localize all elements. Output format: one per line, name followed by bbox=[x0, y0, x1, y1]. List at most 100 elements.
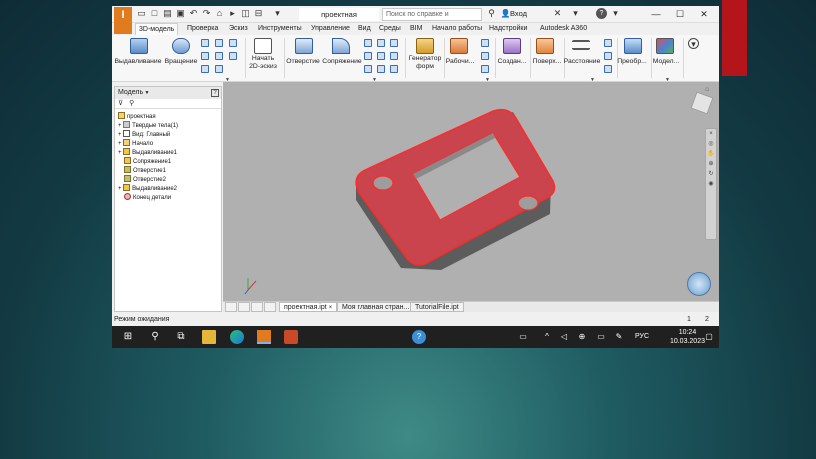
binoculars-search-icon[interactable]: ⚲ bbox=[129, 100, 134, 107]
edge-icon[interactable] bbox=[230, 330, 244, 344]
language-indicator[interactable]: РУС bbox=[632, 330, 652, 344]
doc-tab-tutorial[interactable]: TutorialFile.ipt bbox=[410, 302, 464, 312]
tree-item[interactable]: Конец детали bbox=[124, 193, 171, 202]
exchange-icon[interactable]: ✕ bbox=[552, 8, 563, 19]
help-search-input[interactable]: Поиск по справке и командам bbox=[382, 8, 482, 29]
home-icon[interactable]: ⌂ bbox=[214, 8, 225, 19]
open-icon[interactable]: ▤ bbox=[162, 8, 173, 19]
battery-icon[interactable]: ▭ bbox=[594, 330, 608, 344]
app-logo[interactable]: I bbox=[114, 7, 132, 34]
help-tips-icon[interactable]: ? bbox=[412, 330, 426, 344]
close-tab-icon[interactable]: × bbox=[329, 305, 333, 311]
select-icon[interactable]: ▸ bbox=[227, 8, 238, 19]
area-icon[interactable] bbox=[604, 65, 612, 73]
tree-item[interactable]: Отверстие2 bbox=[124, 175, 166, 184]
derive-icon[interactable] bbox=[215, 65, 223, 73]
steering-wheel-icon[interactable]: ◎ bbox=[706, 139, 716, 149]
tree-item[interactable]: + Выдавливание2 bbox=[118, 184, 177, 193]
doc-tab-proektnaya[interactable]: проектная.ipt × bbox=[279, 302, 338, 312]
tab-tools[interactable]: Инструменты bbox=[258, 23, 302, 35]
pan-icon[interactable]: ✋ bbox=[706, 149, 716, 159]
filter-icon[interactable]: ⊽ bbox=[118, 100, 123, 107]
pen-icon[interactable]: ✎ bbox=[612, 330, 626, 344]
loop-icon[interactable] bbox=[604, 52, 612, 60]
decal-icon[interactable] bbox=[229, 52, 237, 60]
tab-3d-model[interactable]: 3D-модель bbox=[135, 23, 179, 35]
display-settings-icon[interactable] bbox=[687, 272, 711, 296]
tree-item[interactable]: + Выдавливание1 bbox=[118, 148, 177, 157]
emboss-icon[interactable] bbox=[215, 52, 223, 60]
tree-item[interactable]: + Начало bbox=[118, 139, 153, 148]
angle-icon[interactable] bbox=[604, 39, 612, 47]
minimize-button[interactable]: — bbox=[644, 7, 668, 21]
notifications-icon[interactable]: ▢ bbox=[702, 330, 716, 344]
import-icon[interactable] bbox=[229, 39, 237, 47]
search-icon[interactable]: ⚲ bbox=[148, 330, 162, 344]
combine-icon[interactable] bbox=[377, 65, 385, 73]
help-dropdown-icon[interactable]: ▾ bbox=[610, 8, 621, 19]
tab-inspect[interactable]: Проверка bbox=[187, 23, 218, 35]
circ-pattern-icon[interactable] bbox=[481, 52, 489, 60]
home-view-icon[interactable]: ⌂ bbox=[705, 86, 713, 94]
tab-environments[interactable]: Среды bbox=[379, 23, 401, 35]
sweep-icon[interactable] bbox=[201, 39, 209, 47]
keyboard-icon[interactable]: ▭ bbox=[516, 330, 530, 344]
rib-icon[interactable] bbox=[215, 39, 223, 47]
direct-edit-icon[interactable] bbox=[390, 65, 398, 73]
tree-item[interactable]: проектная bbox=[118, 112, 156, 121]
undo-icon[interactable]: ↶ bbox=[188, 8, 199, 19]
tree-item[interactable]: Сопряжение1 bbox=[124, 157, 171, 166]
arrange-icon[interactable] bbox=[251, 302, 263, 312]
thread-icon[interactable] bbox=[377, 39, 385, 47]
tab-addins[interactable]: Надстройки bbox=[489, 23, 527, 35]
browser-close-icon[interactable]: ? bbox=[211, 89, 219, 97]
maximize-button[interactable]: ☐ bbox=[668, 7, 692, 21]
tree-item[interactable]: Отверстие1 bbox=[124, 166, 166, 175]
network-icon[interactable]: ⊕ bbox=[575, 330, 589, 344]
list-icon[interactable] bbox=[264, 302, 276, 312]
delete-face-icon[interactable] bbox=[390, 52, 398, 60]
new-icon[interactable]: □ bbox=[149, 8, 160, 19]
look-at-icon[interactable]: ◉ bbox=[706, 179, 716, 189]
properties-icon[interactable]: ◫ bbox=[240, 8, 251, 19]
inventor-taskbar-icon[interactable] bbox=[257, 330, 271, 344]
chevron-up-icon[interactable]: ^ bbox=[540, 330, 554, 344]
mirror-icon[interactable] bbox=[481, 65, 489, 73]
tab-sketch[interactable]: Эскиз bbox=[229, 23, 248, 35]
measure-icon[interactable]: ⊟ bbox=[253, 8, 264, 19]
powerpoint-icon[interactable] bbox=[284, 330, 298, 344]
help-icon[interactable]: ? bbox=[596, 8, 607, 19]
file-explorer-icon[interactable] bbox=[202, 330, 216, 344]
task-view-icon[interactable]: ⧉ bbox=[174, 330, 188, 344]
doc-tab-home[interactable]: Моя главная стран... bbox=[337, 302, 415, 312]
signin-link[interactable]: Вход bbox=[510, 9, 527, 18]
dropdown-icon[interactable]: ▾ bbox=[272, 8, 283, 19]
redo-icon[interactable]: ↷ bbox=[201, 8, 212, 19]
tab-view[interactable]: Вид bbox=[358, 23, 371, 35]
ribbon-options-icon[interactable]: ▾ bbox=[688, 38, 699, 49]
browser-title[interactable]: Модель bbox=[118, 89, 143, 96]
clock[interactable]: 10:24 10.03.2023 bbox=[670, 328, 705, 346]
binoculars-icon[interactable]: ⚲ bbox=[486, 8, 497, 19]
tab-a360[interactable]: Autodesk A360 bbox=[540, 23, 587, 35]
split-icon[interactable] bbox=[377, 52, 385, 60]
cart-icon[interactable]: ▾ bbox=[570, 8, 581, 19]
nav-close-icon[interactable]: × bbox=[706, 129, 716, 139]
tab-manage[interactable]: Управление bbox=[311, 23, 350, 35]
chamfer-icon[interactable] bbox=[364, 39, 372, 47]
tab-get-started[interactable]: Начало работы bbox=[432, 23, 482, 35]
windows-start-icon[interactable]: ⊞ bbox=[121, 330, 135, 344]
rect-pattern-icon[interactable] bbox=[481, 39, 489, 47]
loft-icon[interactable] bbox=[201, 52, 209, 60]
tab-bim[interactable]: BIM bbox=[410, 23, 422, 35]
navigation-bar[interactable]: × ◎ ✋ ⊕ ↻ ◉ bbox=[705, 128, 717, 240]
zoom-icon[interactable]: ⊕ bbox=[706, 159, 716, 169]
close-button[interactable]: ✕ bbox=[692, 7, 716, 21]
tile-icon[interactable] bbox=[225, 302, 237, 312]
tree-item[interactable]: + Твердые тела(1) bbox=[118, 121, 178, 130]
save-icon[interactable]: ▣ bbox=[175, 8, 186, 19]
volume-icon[interactable]: ◁ bbox=[557, 330, 571, 344]
thicken-icon[interactable] bbox=[390, 39, 398, 47]
tree-item[interactable]: + Вид: Главный bbox=[118, 130, 170, 139]
coil-icon[interactable] bbox=[201, 65, 209, 73]
